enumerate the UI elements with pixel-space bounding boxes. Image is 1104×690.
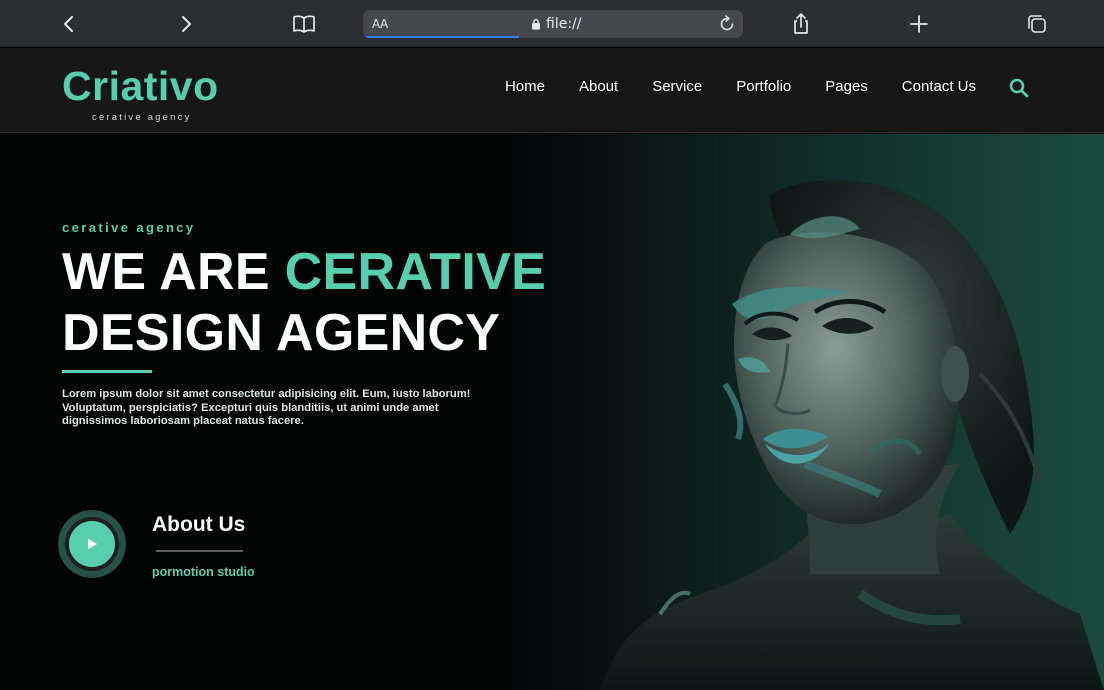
site-header: Criativo cerative agency Home About Serv… [0,48,1104,133]
hero-description: Lorem ipsum dolor sit amet consectetur a… [62,388,471,427]
tabs-button[interactable] [1023,10,1051,38]
url-text: file:// [546,16,582,32]
about-us-subtitle: pormotion studio [152,565,255,579]
hero-eyebrow: cerative agency [62,220,196,235]
nav-about[interactable]: About [579,78,618,95]
reader-button[interactable] [290,10,318,38]
reload-icon [720,15,734,31]
text-size-button[interactable]: AA [372,17,388,31]
play-icon [88,538,97,550]
logo-tagline: cerative agency [92,112,192,123]
back-button[interactable] [55,10,83,38]
main-nav: Home About Service Portfolio Pages Conta… [505,78,976,95]
hero-title-line2: DESIGN AGENCY [62,304,501,362]
hero-title-accent: CERATIVE [284,243,547,301]
url-display[interactable]: file:// [531,16,581,32]
hero-title: WE ARE CERATIVE DESIGN AGENCY [62,242,546,364]
share-button[interactable] [787,10,815,38]
about-us-title[interactable]: About Us [152,513,245,537]
nav-home[interactable]: Home [505,78,545,95]
chevron-left-icon [64,16,73,32]
new-tab-button[interactable] [905,10,933,38]
nav-portfolio[interactable]: Portfolio [736,78,791,95]
address-bar[interactable]: AA file:// [363,10,743,38]
nav-service[interactable]: Service [652,78,702,95]
share-icon [794,13,808,34]
page-load-progress [363,36,519,38]
hero-portrait-image [600,180,1104,690]
nav-pages[interactable]: Pages [825,78,868,95]
site-logo[interactable]: Criativo cerative agency [62,63,219,124]
logo-title: Criativo [62,63,219,109]
tabs-icon [1028,15,1046,33]
lock-icon [532,18,540,30]
search-icon [1009,78,1029,98]
browser-toolbar: AA file:// [0,0,1104,47]
chevron-right-icon [182,16,191,32]
reload-button[interactable] [717,14,737,34]
hero-section: cerative agency WE ARE CERATIVE DESIGN A… [0,134,1104,690]
forward-button[interactable] [172,10,200,38]
hero-title-part1: WE ARE [62,243,285,301]
play-video-button[interactable] [58,510,126,578]
book-icon [293,15,315,33]
search-button[interactable] [1008,77,1030,99]
about-us-divider [156,550,243,552]
plus-icon [910,15,928,33]
nav-contact-us[interactable]: Contact Us [902,78,976,95]
hero-underline [62,370,152,373]
